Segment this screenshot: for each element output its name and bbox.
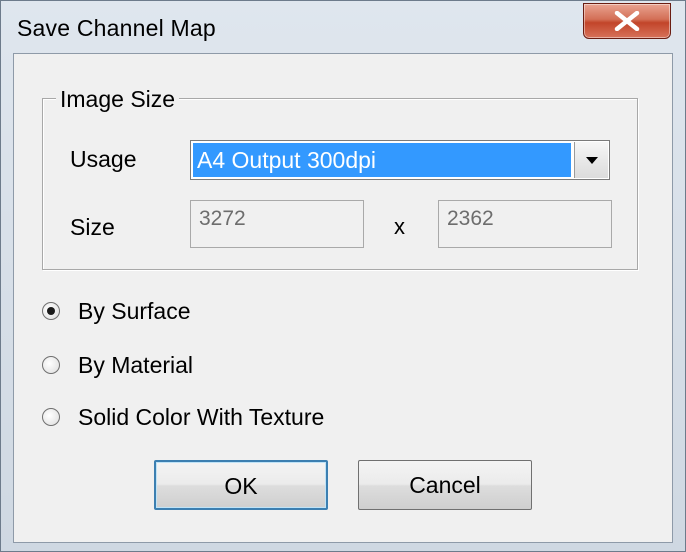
size-separator: x [394, 214, 405, 239]
radio-solid-color-with-texture[interactable]: Solid Color With Texture [42, 404, 352, 434]
close-button[interactable] [583, 3, 671, 39]
window-title: Save Channel Map [17, 15, 216, 41]
usage-select-value: A4 Output 300dpi [193, 143, 571, 177]
cancel-button[interactable]: Cancel [358, 460, 532, 510]
usage-select[interactable]: A4 Output 300dpi [190, 140, 610, 180]
width-field[interactable]: 3272 [190, 200, 364, 248]
image-size-group-label: Image Size [56, 86, 180, 113]
radio-label: By Surface [78, 298, 191, 324]
radio-label: By Material [78, 352, 194, 378]
usage-dropdown-button[interactable] [574, 142, 608, 178]
height-field[interactable]: 2362 [438, 200, 612, 248]
radio-button[interactable] [42, 302, 60, 320]
radio-by-material[interactable]: By Material [42, 352, 222, 382]
radio-button[interactable] [42, 356, 60, 374]
dialog-body: Image Size Usage A4 Output 300dpi Size 3… [13, 53, 673, 543]
chevron-down-icon [586, 157, 598, 164]
radio-button[interactable] [42, 408, 60, 426]
close-icon [614, 11, 640, 31]
ok-button[interactable]: OK [154, 460, 328, 510]
dialog-window: Save Channel Map Image Size Usage A4 Out… [0, 0, 686, 552]
radio-dot-icon [47, 307, 55, 315]
radio-by-surface[interactable]: By Surface [42, 298, 222, 328]
usage-label: Usage [70, 146, 137, 172]
size-label: Size [70, 214, 115, 240]
radio-label: Solid Color With Texture [78, 404, 325, 430]
